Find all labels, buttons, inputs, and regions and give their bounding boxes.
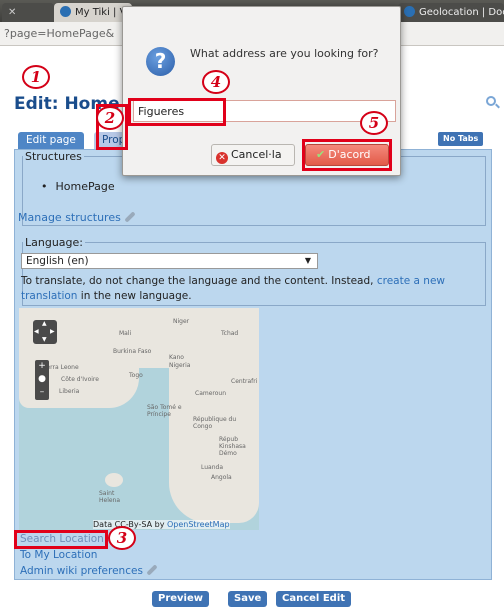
tab-edit-page[interactable]: Edit page bbox=[18, 132, 84, 149]
manage-structures-label: Manage structures bbox=[18, 211, 121, 224]
annotation-3: 3 bbox=[108, 526, 136, 550]
admin-wiki-preferences-link[interactable]: Admin wiki preferences bbox=[20, 564, 158, 577]
pan-up-icon[interactable]: ▲ bbox=[42, 320, 47, 327]
cancel-button[interactable]: ✕ Cancel·la bbox=[211, 144, 295, 166]
structures-legend: Structures bbox=[25, 150, 82, 163]
map-label: République du Congo bbox=[193, 416, 237, 430]
annotation-2: 2 bbox=[96, 106, 124, 130]
zoom-out-icon[interactable]: – bbox=[35, 386, 49, 399]
map-label: Mali bbox=[119, 330, 132, 337]
map-label: Niger bbox=[173, 318, 190, 325]
map-label: Saint Helena bbox=[99, 490, 121, 504]
translation-note-text: To translate, do not change the language… bbox=[21, 275, 377, 287]
cancel-label: Cancel·la bbox=[231, 148, 282, 161]
highlight-address-input bbox=[128, 98, 226, 126]
manage-structures-link[interactable]: Manage structures bbox=[18, 211, 136, 224]
location-map[interactable]: Mali Niger Tchad Burkina Faso Kano Niger… bbox=[19, 308, 259, 530]
to-my-location-link[interactable]: To My Location bbox=[20, 549, 97, 561]
map-label: Kano bbox=[169, 354, 184, 361]
save-button[interactable]: Save bbox=[228, 591, 268, 607]
language-legend: Language: bbox=[25, 236, 83, 249]
annotation-1: 1 bbox=[22, 65, 50, 89]
map-label: São Tomé e Príncipe bbox=[147, 404, 182, 418]
cancel-icon: ✕ bbox=[216, 152, 228, 164]
highlight-search-location bbox=[14, 530, 108, 549]
pan-left-icon[interactable]: ◀ bbox=[34, 328, 39, 335]
browser-tab-partial[interactable]: ✕ bbox=[2, 3, 54, 22]
create-translation-link[interactable]: create a new bbox=[377, 275, 445, 287]
structure-item: HomePage bbox=[41, 180, 115, 193]
map-label: Togo bbox=[129, 372, 143, 379]
translation-note: To translate, do not change the language… bbox=[21, 274, 477, 304]
browser-tab-label: Geolocation | Docu bbox=[419, 7, 504, 18]
zoom-in-icon[interactable]: + bbox=[35, 360, 49, 373]
search-icon[interactable] bbox=[486, 96, 496, 106]
dialog-question: What address are you looking for? bbox=[190, 47, 379, 60]
annotation-5: 5 bbox=[360, 111, 388, 135]
wrench-icon bbox=[146, 564, 158, 576]
map-label: Liberia bbox=[59, 388, 80, 395]
admin-prefs-label: Admin wiki preferences bbox=[20, 565, 143, 577]
map-label: Côte d'Ivoire bbox=[61, 376, 99, 383]
map-label: Angola bbox=[211, 474, 232, 481]
wrench-icon bbox=[124, 211, 136, 223]
translation-note-end: in the new language. bbox=[77, 290, 192, 302]
tiki-favicon-icon bbox=[60, 6, 71, 17]
map-label: Luanda bbox=[201, 464, 224, 471]
url-text: ?page=HomePage& bbox=[4, 27, 115, 40]
browser-tab-label: My Tiki | Vi bbox=[75, 7, 129, 18]
map-island bbox=[105, 473, 123, 487]
map-label: Cameroun bbox=[195, 390, 227, 397]
question-icon: ? bbox=[146, 47, 175, 76]
pan-down-icon[interactable]: ▼ bbox=[42, 336, 47, 343]
map-label: Burkina Faso bbox=[113, 348, 152, 355]
annotation-4: 4 bbox=[202, 70, 230, 94]
chevron-down-icon: ▼ bbox=[304, 256, 311, 265]
browser-tab-mytiki[interactable]: My Tiki | Vi bbox=[54, 3, 132, 22]
highlight-ok-button bbox=[302, 139, 392, 171]
no-tabs-button[interactable]: No Tabs bbox=[438, 132, 484, 146]
properties-panel: Structures HomePage Manage structures La… bbox=[14, 149, 492, 580]
language-select-value: English (en) bbox=[26, 255, 89, 267]
cancel-edit-button[interactable]: Cancel Edit bbox=[276, 591, 352, 607]
create-translation-link-cont[interactable]: translation bbox=[21, 290, 77, 302]
tiki-favicon-icon bbox=[404, 6, 415, 17]
map-label: Centrafri bbox=[231, 378, 258, 385]
map-label: Tchad bbox=[221, 330, 239, 337]
preview-button[interactable]: Preview bbox=[152, 591, 210, 607]
map-label: Nigeria bbox=[169, 362, 191, 369]
map-pan-control[interactable]: ▲ ◀ ▶ ▼ bbox=[33, 320, 57, 344]
browser-tab-geolocation[interactable]: Geolocation | Docu bbox=[398, 3, 504, 22]
map-label: Répub Kinshasa Démo bbox=[219, 436, 246, 457]
language-select[interactable]: English (en) ▼ bbox=[21, 253, 318, 269]
pan-right-icon[interactable]: ▶ bbox=[50, 328, 55, 335]
openstreetmap-link[interactable]: OpenStreetMap bbox=[167, 520, 230, 529]
map-zoom-control[interactable]: + ● – bbox=[35, 360, 49, 400]
globe-icon[interactable]: ● bbox=[35, 373, 49, 386]
close-tab-icon[interactable]: ✕ bbox=[8, 3, 16, 22]
